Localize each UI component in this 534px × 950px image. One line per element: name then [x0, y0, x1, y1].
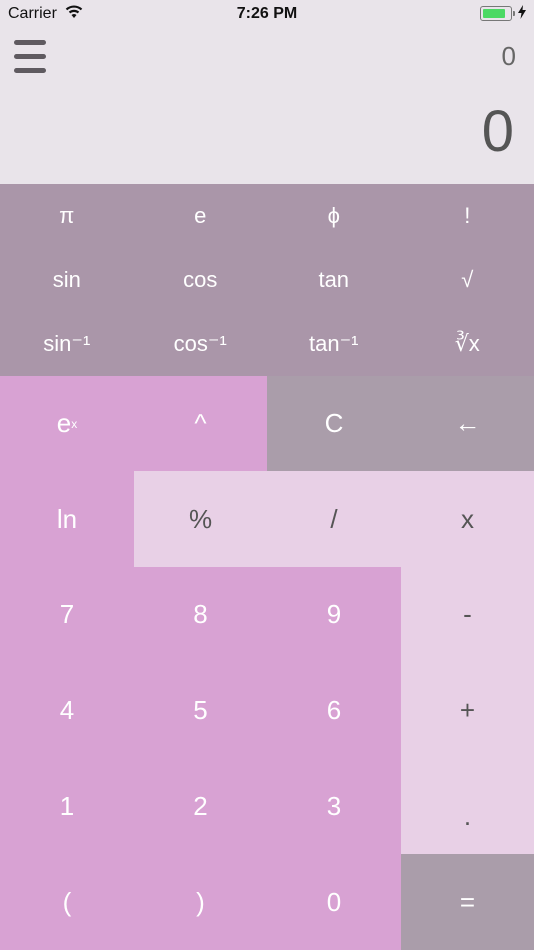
battery-nub	[513, 11, 515, 16]
clear-button[interactable]: C	[267, 376, 401, 471]
digit-9-button[interactable]: 9	[267, 567, 401, 662]
digit-7-button[interactable]: 7	[0, 567, 134, 662]
exp-sup-label: x	[71, 416, 78, 431]
divide-button[interactable]: /	[267, 471, 401, 567]
hamburger-menu-icon[interactable]	[14, 40, 46, 74]
close-paren-button[interactable]: )	[134, 854, 267, 950]
cos-button[interactable]: cos	[134, 248, 268, 312]
menu-line	[14, 40, 46, 45]
arctan-button[interactable]: tan⁻¹	[267, 312, 401, 376]
status-bar: Carrier 7:26 PM	[0, 0, 534, 28]
digit-8-button[interactable]: 8	[134, 567, 267, 662]
percent-button[interactable]: %	[134, 471, 267, 567]
digit-6-button[interactable]: 6	[267, 662, 401, 758]
digit-3-button[interactable]: 3	[267, 758, 401, 854]
open-paren-button[interactable]: (	[0, 854, 134, 950]
battery-icon	[480, 6, 515, 21]
arcsin-button[interactable]: sin⁻¹	[0, 312, 134, 376]
multiply-button[interactable]: x	[401, 471, 534, 567]
ln-button[interactable]: ln	[0, 471, 134, 567]
factorial-button[interactable]: !	[401, 184, 534, 248]
clock-time: 7:26 PM	[236, 5, 298, 22]
equals-button[interactable]: =	[401, 854, 534, 950]
result-display: 0	[481, 99, 514, 164]
power-button[interactable]: ^	[134, 376, 267, 471]
menu-line	[14, 68, 46, 73]
cube-root-button[interactable]: ∛x	[401, 312, 534, 376]
digit-4-button[interactable]: 4	[0, 662, 134, 758]
phi-button[interactable]: ϕ	[267, 184, 401, 248]
tan-button[interactable]: tan	[267, 248, 401, 312]
plus-button[interactable]: +	[401, 662, 534, 758]
decimal-point-button[interactable]: .	[401, 758, 534, 854]
digit-1-button[interactable]: 1	[0, 758, 134, 854]
scientific-panel: π e ϕ ! sin cos tan √ sin⁻¹ cos⁻¹ tan⁻¹ …	[0, 184, 534, 376]
exp-button[interactable]: ex	[0, 376, 134, 471]
sqrt-button[interactable]: √	[401, 248, 534, 312]
menu-line	[14, 54, 46, 59]
digit-5-button[interactable]: 5	[134, 662, 267, 758]
exp-base-label: e	[56, 408, 72, 438]
arccos-button[interactable]: cos⁻¹	[134, 312, 268, 376]
minus-button[interactable]: -	[401, 567, 534, 662]
battery-level	[483, 9, 506, 18]
sin-button[interactable]: sin	[0, 248, 134, 312]
charging-bolt-icon	[518, 5, 526, 24]
euler-e-button[interactable]: e	[134, 184, 268, 248]
expression-display: 0	[501, 41, 516, 71]
backspace-button[interactable]: ←	[401, 376, 534, 471]
digit-0-button[interactable]: 0	[267, 854, 401, 950]
pi-button[interactable]: π	[0, 184, 134, 248]
digit-2-button[interactable]: 2	[134, 758, 267, 854]
